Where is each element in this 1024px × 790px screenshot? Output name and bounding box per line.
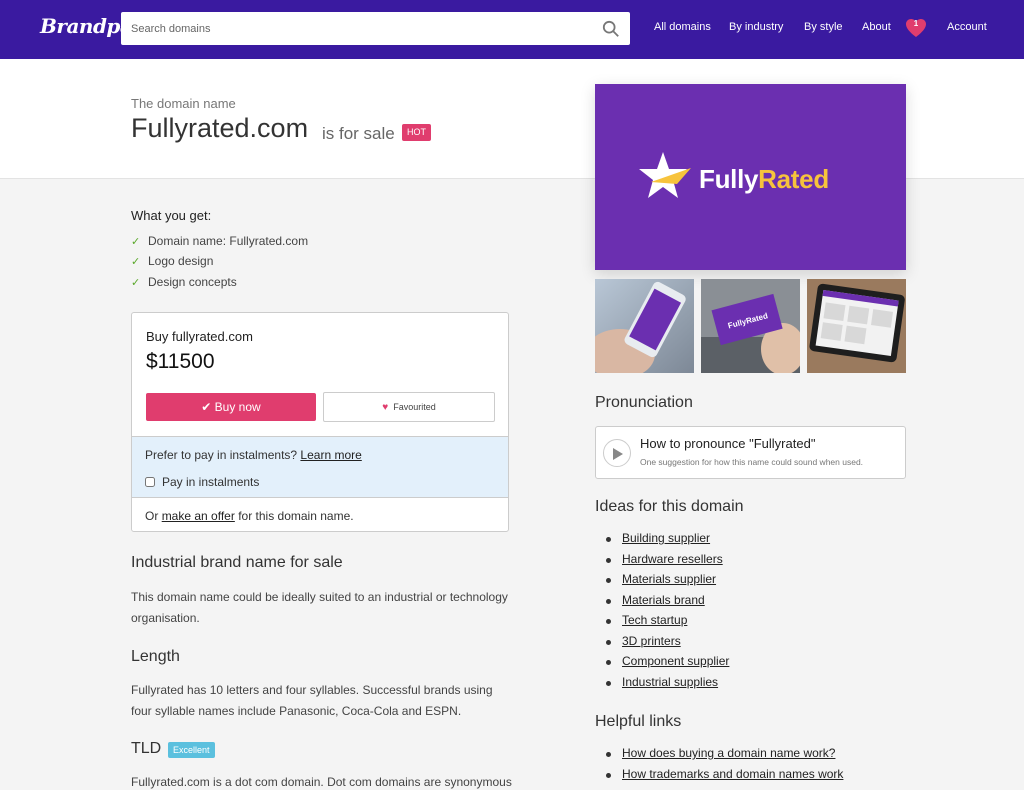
list-item: Materials brand: [606, 593, 729, 614]
instalments-question: Prefer to pay in instalments? Learn more: [145, 448, 362, 462]
tablet-mockup-image: [807, 279, 906, 373]
tld-text: Fullyrated.com is a dot com domain. Dot …: [131, 775, 512, 789]
pronunciation-card: How to pronounce "Fullyrated" One sugges…: [595, 426, 906, 479]
idea-link[interactable]: Materials supplier: [622, 572, 716, 586]
logo-preview-image[interactable]: FullyRated: [595, 84, 906, 270]
list-item: Hardware resellers: [606, 552, 729, 573]
nav-by-style[interactable]: By style: [804, 21, 843, 33]
idea-link[interactable]: Component supplier: [622, 654, 729, 668]
brand-logo[interactable]: Brandpa: [40, 14, 133, 38]
helpful-links-list: How does buying a domain name work? How …: [606, 746, 843, 787]
pronunciation-subtitle: One suggestion for how this name could s…: [640, 457, 864, 467]
tld-heading: TLD: [131, 740, 162, 757]
check-icon: ✓: [131, 256, 141, 268]
nav-about[interactable]: About: [862, 21, 891, 33]
pay-instalments-option[interactable]: Pay in instalments: [145, 475, 259, 489]
logo-wordmark: FullyRated: [699, 164, 829, 194]
nav-account[interactable]: Account: [947, 21, 987, 33]
instalments-panel: Prefer to pay in instalments? Learn more…: [132, 436, 508, 498]
search-input[interactable]: [131, 22, 602, 35]
make-offer-text: Or make an offer for this domain name.: [145, 509, 354, 523]
learn-more-link[interactable]: Learn more: [300, 448, 361, 462]
make-offer-link[interactable]: make an offer: [162, 509, 235, 523]
heart-icon: ♥: [382, 401, 389, 413]
list-item: Materials supplier: [606, 572, 729, 593]
list-item: 3D printers: [606, 634, 729, 655]
what-you-get-title: What you get:: [131, 208, 212, 223]
what-you-get-item: ✓ Logo design: [131, 254, 214, 268]
length-text: Fullyrated has 10 letters and four sylla…: [131, 683, 493, 718]
idea-link[interactable]: Materials brand: [622, 593, 705, 607]
pronunciation-heading: Pronunciation: [595, 394, 693, 411]
idea-link[interactable]: Hardware resellers: [622, 552, 723, 566]
domain-title: Fullyrated.com: [131, 113, 309, 143]
buy-box: Buy fullyrated.com $11500 ✔ Buy now ♥ Fav…: [131, 312, 509, 532]
check-icon: ✓: [131, 236, 141, 248]
tld-excellent-badge: Excellent: [168, 742, 215, 758]
ideas-list: Building supplier Hardware resellers Mat…: [606, 531, 729, 695]
buy-box-title: Buy fullyrated.com: [146, 329, 253, 344]
list-item: How does buying a domain name work?: [606, 746, 843, 767]
phone-mockup-image: [595, 279, 694, 373]
search-icon[interactable]: [602, 20, 620, 38]
hot-badge: HOT: [402, 124, 431, 141]
thumbnail-phone-mockup[interactable]: [595, 279, 694, 373]
length-heading: Length: [131, 648, 180, 665]
list-item: Component supplier: [606, 654, 729, 675]
thumbnail-card-mockup[interactable]: FullyRated: [701, 279, 800, 373]
play-button[interactable]: [603, 439, 631, 467]
top-navbar: Brandpa All domains By industry By style…: [0, 0, 1024, 59]
pay-instalments-checkbox[interactable]: [145, 477, 155, 487]
price: $11500: [146, 350, 215, 373]
helpful-link[interactable]: How trademarks and domain names work: [622, 767, 843, 781]
hero-pretitle: The domain name: [131, 96, 236, 111]
buy-now-button[interactable]: ✔ Buy now: [146, 393, 316, 421]
industrial-heading: Industrial brand name for sale: [131, 554, 343, 571]
list-item: Building supplier: [606, 531, 729, 552]
idea-link[interactable]: Tech startup: [622, 613, 687, 627]
favourites-button[interactable]: 1: [905, 18, 927, 38]
pronunciation-title: How to pronounce "Fullyrated": [640, 436, 816, 451]
check-icon: ✓: [131, 277, 141, 289]
nav-by-industry[interactable]: By industry: [729, 21, 783, 33]
ideas-heading: Ideas for this domain: [595, 498, 744, 515]
list-item: How trademarks and domain names work: [606, 767, 843, 788]
for-sale-text: is for sale: [322, 124, 395, 143]
star-icon: [639, 152, 691, 198]
idea-link[interactable]: Building supplier: [622, 531, 710, 545]
favourites-count: 1: [913, 19, 919, 28]
helpful-link[interactable]: How does buying a domain name work?: [622, 746, 835, 760]
industrial-text: This domain name could be ideally suited…: [131, 590, 508, 625]
card-mockup-image: FullyRated: [701, 279, 800, 373]
nav-all-domains[interactable]: All domains: [654, 21, 711, 33]
list-item: Tech startup: [606, 613, 729, 634]
what-you-get-item: ✓ Design concepts: [131, 275, 237, 289]
play-icon: [613, 448, 623, 460]
what-you-get-item: ✓ Domain name: Fullyrated.com: [131, 234, 309, 248]
checkmark-icon: ✔: [201, 400, 215, 414]
helpful-links-heading: Helpful links: [595, 713, 682, 730]
thumbnail-tablet-mockup[interactable]: [807, 279, 906, 373]
favourite-button[interactable]: ♥ Favourited: [323, 392, 495, 422]
idea-link[interactable]: Industrial supplies: [622, 675, 718, 689]
list-item: Industrial supplies: [606, 675, 729, 696]
idea-link[interactable]: 3D printers: [622, 634, 681, 648]
search-bar[interactable]: [121, 12, 630, 45]
